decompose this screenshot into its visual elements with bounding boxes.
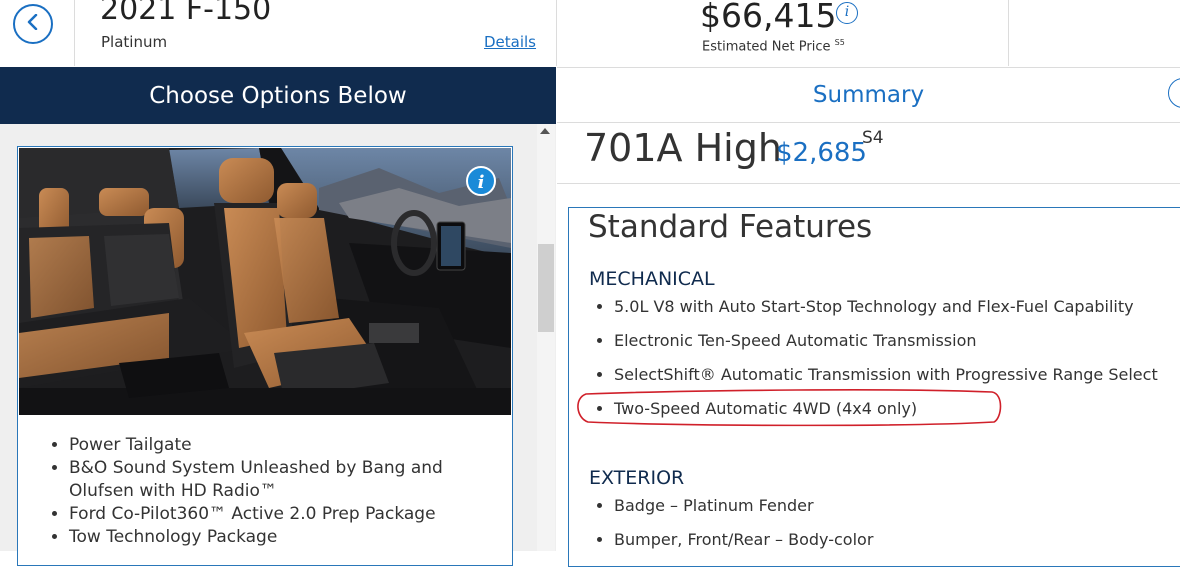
standard-features-title: Standard Features bbox=[588, 209, 873, 245]
list-item: Bumper, Front/Rear – Body-color bbox=[614, 523, 873, 557]
list-item: 5.0L V8 with Auto Start-Stop Technology … bbox=[614, 290, 1158, 324]
net-price-label: Estimated Net Price S5 bbox=[702, 38, 845, 54]
summary-tab[interactable]: Summary bbox=[557, 67, 1180, 123]
vehicle-model-title: 2021 F-150 bbox=[100, 0, 272, 27]
divider bbox=[556, 0, 557, 66]
price-info-icon[interactable]: i bbox=[836, 2, 858, 24]
package-feature-list: Power Tailgate B&O Sound System Unleashe… bbox=[47, 434, 509, 549]
list-item: Badge – Platinum Fender bbox=[614, 489, 873, 523]
details-link[interactable]: Details bbox=[484, 33, 536, 51]
package-price: $2,685 bbox=[776, 138, 867, 168]
list-item: Ford Co-Pilot360™ Active 2.0 Prep Packag… bbox=[69, 503, 509, 526]
package-name: 701A High bbox=[584, 126, 782, 170]
image-info-icon[interactable]: i bbox=[466, 166, 496, 196]
section-heading-exterior: EXTERIOR bbox=[589, 467, 685, 489]
divider bbox=[1008, 0, 1009, 66]
chevron-left-icon bbox=[26, 13, 40, 34]
net-price-footnote: S5 bbox=[834, 38, 845, 47]
summary-tab-label: Summary bbox=[812, 82, 925, 108]
package-price-footnote: S4 bbox=[862, 128, 884, 148]
scrollbar[interactable] bbox=[537, 124, 555, 551]
interior-image bbox=[19, 148, 511, 415]
estimated-price: $66,415 bbox=[700, 0, 837, 35]
exterior-feature-list: Badge – Platinum Fender Bumper, Front/Re… bbox=[589, 489, 873, 557]
back-button[interactable] bbox=[13, 4, 53, 44]
divider bbox=[74, 0, 75, 66]
scrollbar-thumb[interactable] bbox=[538, 244, 554, 332]
list-item: B&O Sound System Unleashed by Bang and O… bbox=[69, 457, 509, 503]
section-heading-mechanical: MECHANICAL bbox=[589, 268, 715, 290]
list-item: Power Tailgate bbox=[69, 434, 509, 457]
vehicle-trim: Platinum bbox=[101, 33, 168, 51]
choose-options-header: Choose Options Below bbox=[0, 67, 556, 124]
list-item: Tow Technology Package bbox=[69, 526, 509, 549]
scroll-up-arrow-icon[interactable] bbox=[540, 128, 550, 134]
highlight-annotation bbox=[574, 388, 1004, 428]
choose-options-title: Choose Options Below bbox=[149, 82, 407, 109]
net-price-text: Estimated Net Price bbox=[702, 39, 831, 55]
list-item: Electronic Ten-Speed Automatic Transmiss… bbox=[614, 324, 1158, 358]
list-item: SelectShift® Automatic Transmission with… bbox=[614, 358, 1158, 392]
